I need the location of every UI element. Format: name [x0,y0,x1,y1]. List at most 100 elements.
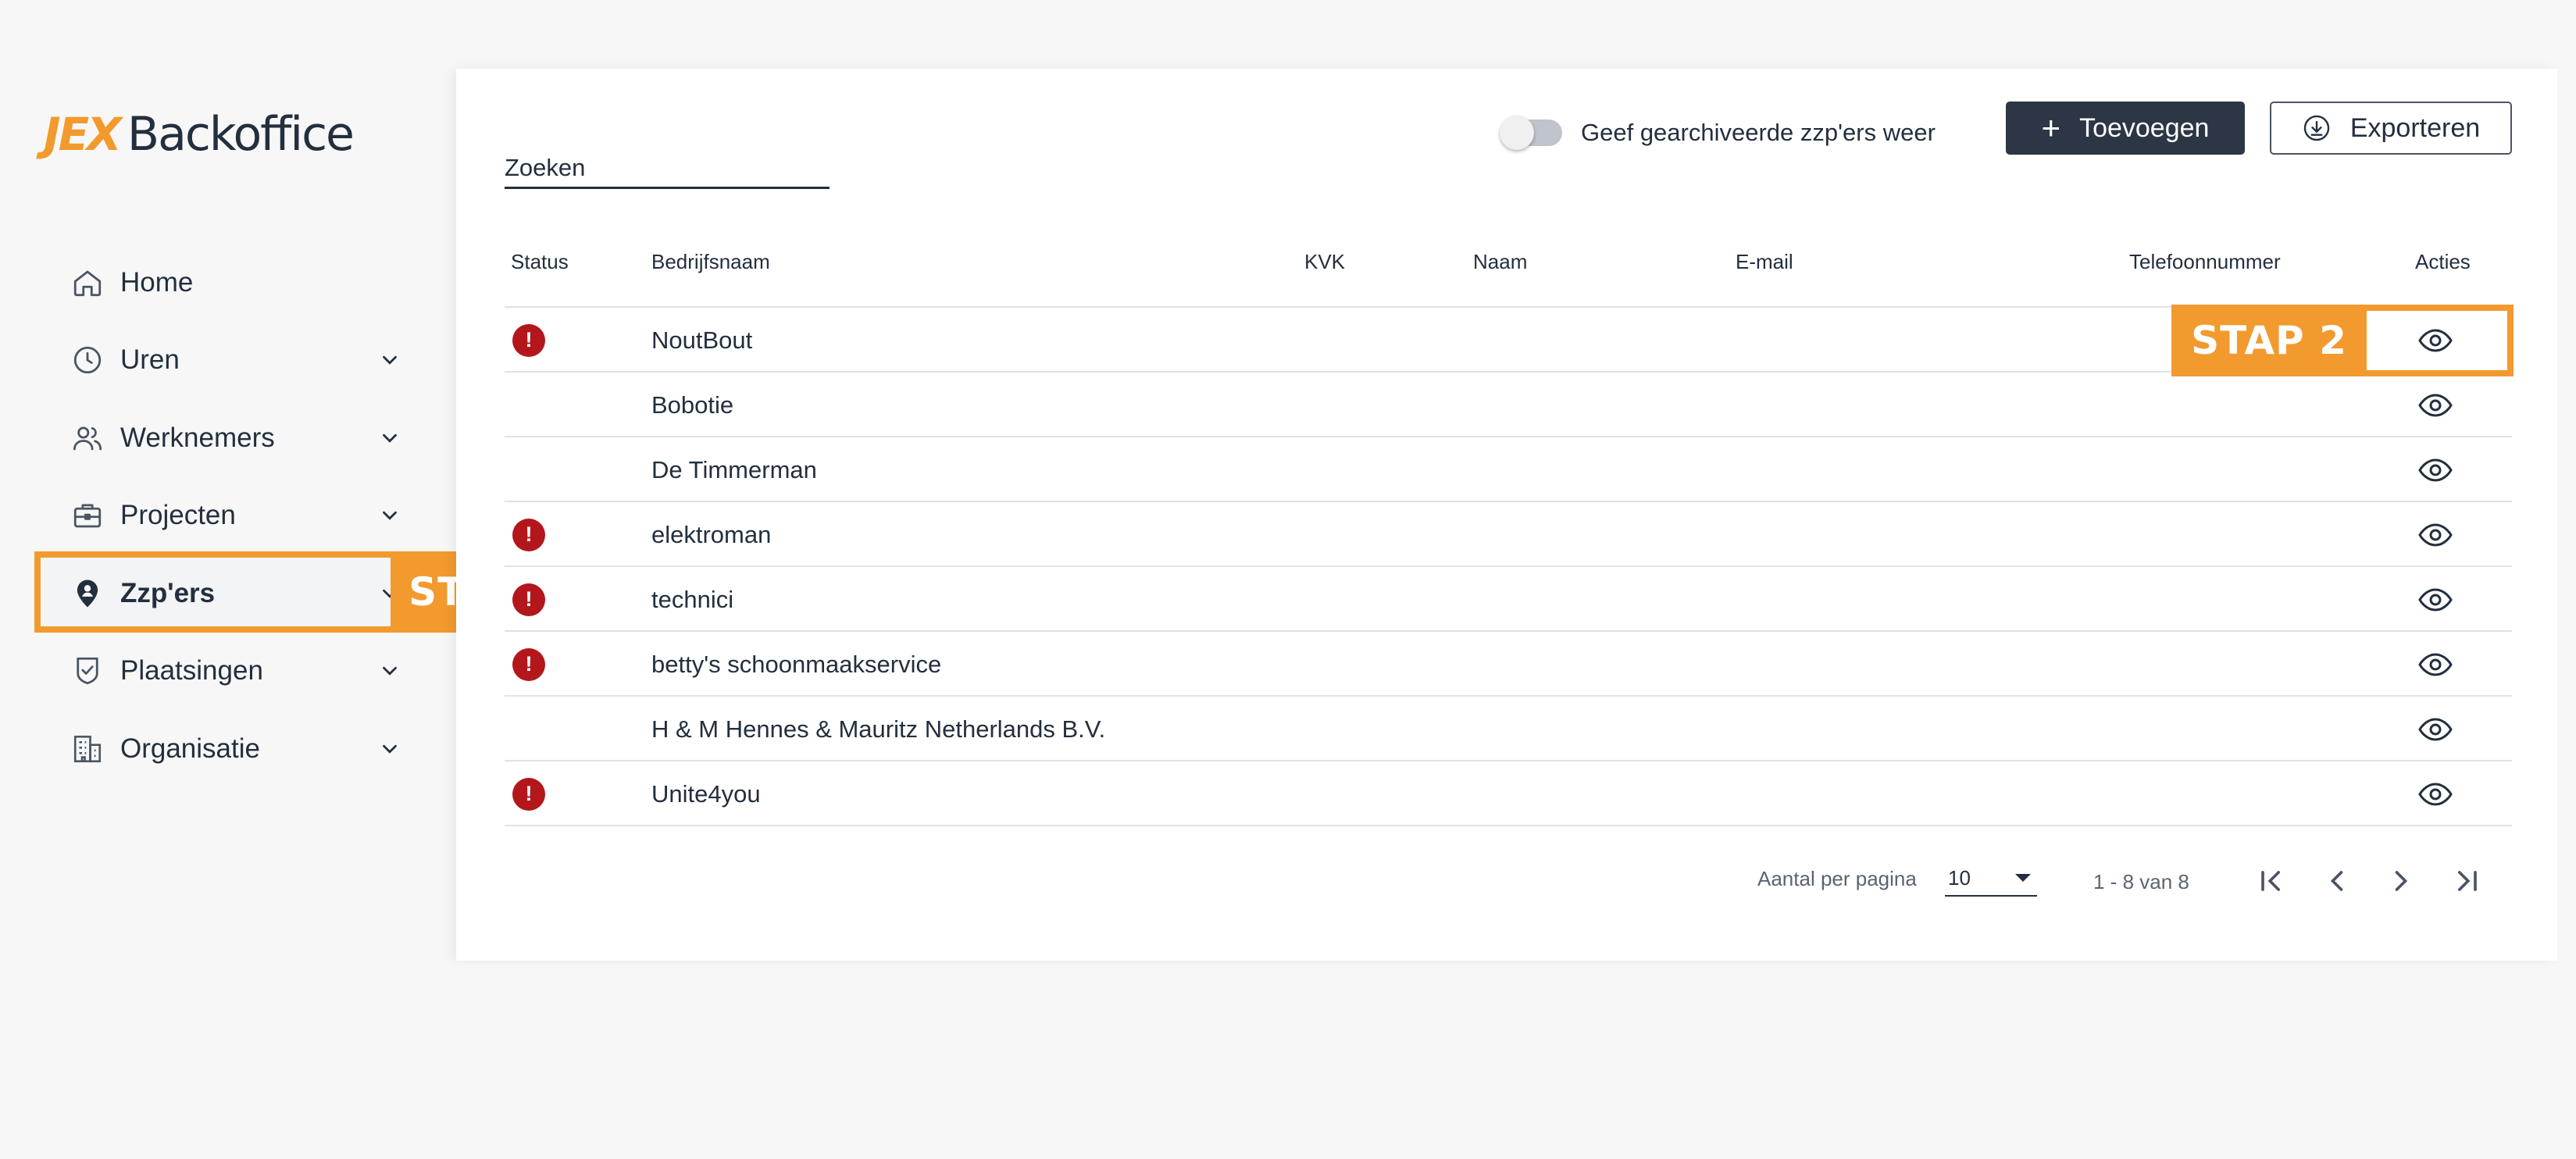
column-header-naam[interactable]: Naam [1473,250,1527,274]
bedrijfsnaam-cell: NoutBout [651,326,753,354]
first-page-button[interactable] [2251,861,2292,901]
sidebar-item-organisatie[interactable]: Organisatie [44,710,403,788]
eye-icon [2418,458,2453,482]
logo-text: Backoffice [127,107,355,162]
per-page-label: Aantal per pagina [1757,867,1917,890]
sidebar: JEX Backoffice Home Uren Werknemers Proj… [0,0,437,1159]
column-header-kvk[interactable]: KVK [1304,250,1345,274]
view-button[interactable] [2417,761,2454,826]
warning-status-icon: ! [512,583,545,616]
sidebar-item-uren[interactable]: Uren [44,322,403,400]
bedrijfsnaam-cell: betty's schoonmaakservice [651,650,942,678]
pagination: Aantal per pagina 10 1 - 8 van 8 [456,850,2557,912]
sidebar-item-label: Home [120,266,194,298]
view-button[interactable] [2417,437,2454,502]
table-row[interactable]: ! technici [505,567,2512,632]
sidebar-item-zzpers[interactable]: Zzp'ers [44,555,403,633]
sidebar-item-label: Werknemers [120,422,275,453]
chevron-right-icon [2395,871,2408,891]
sidebar-item-plaatsingen[interactable]: Plaatsingen [44,633,403,711]
column-header-acties: Acties [2415,250,2471,273]
sidebar-item-label: Plaatsingen [120,655,263,686]
shield-check-icon [69,652,106,690]
first-page-icon [2261,871,2280,891]
search-field[interactable] [505,134,830,189]
table-body: ! NoutBout Bobotie De Timmerman ! elektroman!… [505,308,2512,826]
chevron-down-icon[interactable] [376,347,403,373]
main-panel: Geef gearchiveerde zzp'ers weer + Toevoe… [456,69,2557,961]
eye-icon [2418,782,2453,806]
sidebar-nav: Home Uren Werknemers Projecten Zzp'ers P… [44,244,403,788]
chevron-down-icon[interactable] [376,736,403,762]
plus-icon: + [2041,109,2061,146]
search-input[interactable] [505,134,830,187]
chevron-down-icon[interactable] [376,658,403,684]
sidebar-item-home[interactable]: Home [44,244,403,322]
status-cell: ! [512,308,545,373]
home-icon [69,264,106,301]
clock-icon [69,341,106,379]
next-page-button[interactable] [2381,861,2421,901]
warning-status-icon: ! [512,323,545,357]
table-row[interactable]: ! elektroman [505,502,2512,567]
last-page-icon [2458,871,2477,891]
sidebar-item-projecten[interactable]: Projecten [44,477,403,555]
caret-down-icon [2015,874,2031,882]
archive-toggle[interactable] [1500,116,1562,150]
add-button[interactable]: + Toevoegen [2006,102,2245,155]
table-row[interactable]: ! betty's schoonmaakservice [505,632,2512,697]
view-button[interactable] [2417,373,2454,437]
view-button[interactable] [2417,308,2454,373]
export-button-label: Exporteren [2349,112,2481,143]
export-button[interactable]: Exporteren [2270,102,2512,155]
bedrijfsnaam-cell: De Timmerman [651,455,817,483]
bedrijfsnaam-cell: technici [651,585,734,613]
bedrijfsnaam-cell: Bobotie [651,390,734,419]
bedrijfsnaam-cell: Unite4you [651,779,761,808]
view-button[interactable] [2417,502,2454,567]
eye-icon [2418,328,2453,352]
per-page-select[interactable]: 10 [1945,861,2037,897]
add-button-label: Toevoegen [2079,112,2210,143]
logo-mark: JEX [44,108,122,161]
previous-page-button[interactable] [2317,861,2357,901]
view-button[interactable] [2417,567,2454,632]
eye-icon [2418,522,2453,547]
column-header-email[interactable]: E-mail [1736,250,1793,274]
briefcase-icon [69,497,106,534]
stap2-label: STAP 2 [2171,305,2367,376]
archive-toggle-row[interactable]: Geef gearchiveerde zzp'ers weer [1500,108,1936,158]
column-header-telefoonnummer[interactable]: Telefoonnummer [2129,250,2281,274]
eye-icon [2418,587,2453,612]
pagination-range: 1 - 8 van 8 [2093,870,2189,893]
warning-status-icon: ! [512,518,545,551]
table-row[interactable]: Bobotie [505,373,2512,437]
chevron-left-icon [2330,871,2343,891]
table-row[interactable]: H & M Hennes & Mauritz Netherlands B.V. [505,697,2512,761]
app-logo[interactable]: JEX Backoffice [44,103,355,166]
location-person-icon [69,575,106,612]
column-header-status[interactable]: Status [511,250,569,274]
last-page-button[interactable] [2446,861,2487,901]
users-icon [69,419,106,457]
eye-icon [2418,717,2453,741]
per-page-value: 10 [1948,865,1971,890]
warning-status-icon: ! [512,647,545,681]
column-header-bedrijfsnaam[interactable]: Bedrijfsnaam [651,250,770,274]
building-icon [69,730,106,768]
download-icon [2303,115,2330,141]
archive-toggle-label: Geef gearchiveerde zzp'ers weer [1581,119,1936,146]
sidebar-item-werknemers[interactable]: Werknemers [44,399,403,477]
toggle-knob [1500,116,1534,150]
table-row[interactable]: De Timmerman [505,437,2512,502]
view-button[interactable] [2417,697,2454,761]
sidebar-item-label: Organisatie [120,733,260,764]
chevron-down-icon[interactable] [376,502,403,529]
chevron-down-icon[interactable] [376,425,403,451]
status-cell: ! [512,761,545,826]
sidebar-item-label: Zzp'ers [120,577,216,608]
eye-icon [2418,652,2453,676]
eye-icon [2418,393,2453,417]
table-row[interactable]: ! Unite4you [505,761,2512,826]
view-button[interactable] [2417,632,2454,697]
